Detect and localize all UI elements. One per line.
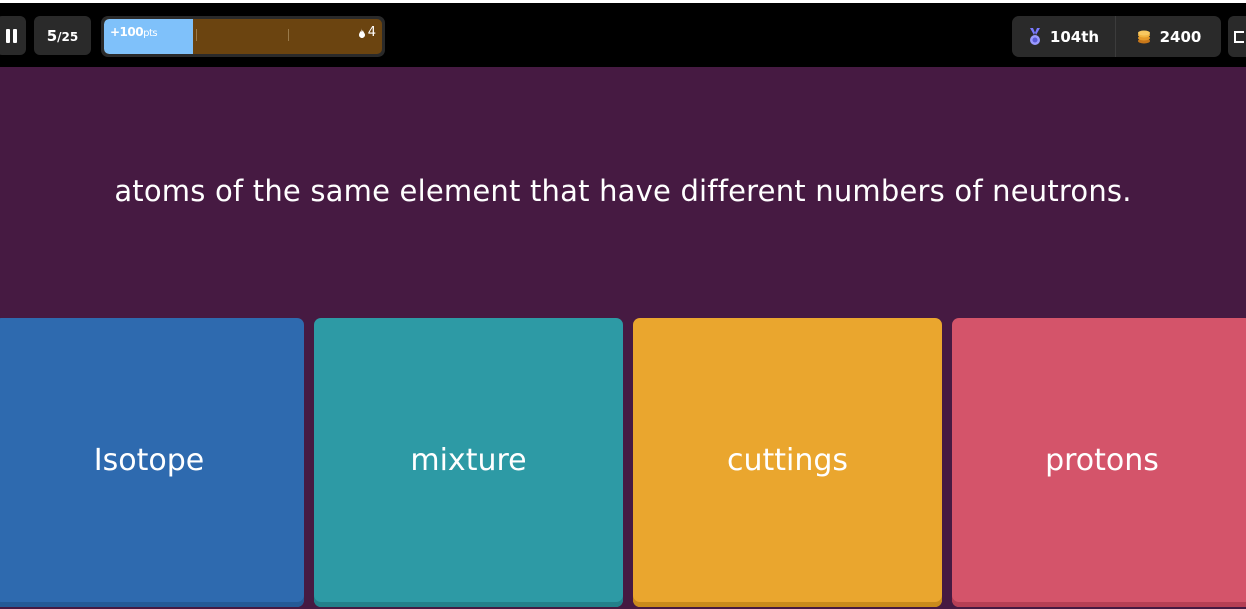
- answer-option-1[interactable]: Isotope: [0, 318, 304, 607]
- streak-points: +100pts: [110, 25, 158, 39]
- top-bar: 5/25 +100pts 4 104th 2400: [0, 0, 1246, 67]
- streak-count: 4: [358, 25, 376, 40]
- streak-points-value: +100: [110, 25, 144, 39]
- question-panel: atoms of the same element that have diff…: [0, 67, 1246, 318]
- question-text: atoms of the same element that have diff…: [114, 173, 1132, 208]
- coins-stat: 2400: [1116, 16, 1221, 57]
- streak-track: +100pts 4: [104, 19, 382, 54]
- question-total: /25: [57, 30, 79, 44]
- player-stats: 104th 2400: [1012, 16, 1221, 57]
- streak-bar: +100pts 4: [101, 16, 385, 57]
- streak-tick: [288, 29, 289, 41]
- answer-option-4[interactable]: protons: [952, 318, 1246, 607]
- answer-option-label: protons: [1045, 443, 1159, 478]
- pause-button[interactable]: [0, 16, 26, 55]
- question-current: 5: [46, 26, 58, 45]
- rank-stat: 104th: [1012, 16, 1116, 57]
- pause-icon: [4, 28, 18, 43]
- answer-option-2[interactable]: mixture: [314, 318, 623, 607]
- coins-value: 2400: [1159, 27, 1202, 46]
- streak-points-unit: pts: [143, 28, 158, 39]
- answer-options: Isotope mixture cuttings protons: [0, 318, 1246, 609]
- question-counter: 5/25: [34, 16, 91, 55]
- answer-option-label: mixture: [410, 443, 527, 478]
- answer-option-label: Isotope: [93, 443, 205, 478]
- coins-icon: [1137, 30, 1150, 43]
- streak-count-value: 4: [367, 25, 376, 40]
- fullscreen-button[interactable]: [1228, 16, 1246, 57]
- flame-icon: [358, 27, 365, 38]
- fullscreen-icon: [1234, 30, 1244, 43]
- rank-value: 104th: [1049, 27, 1100, 46]
- answer-option-label: cuttings: [726, 443, 849, 478]
- answer-option-3[interactable]: cuttings: [633, 318, 942, 607]
- streak-tick: [196, 29, 197, 41]
- medal-icon: [1029, 27, 1040, 45]
